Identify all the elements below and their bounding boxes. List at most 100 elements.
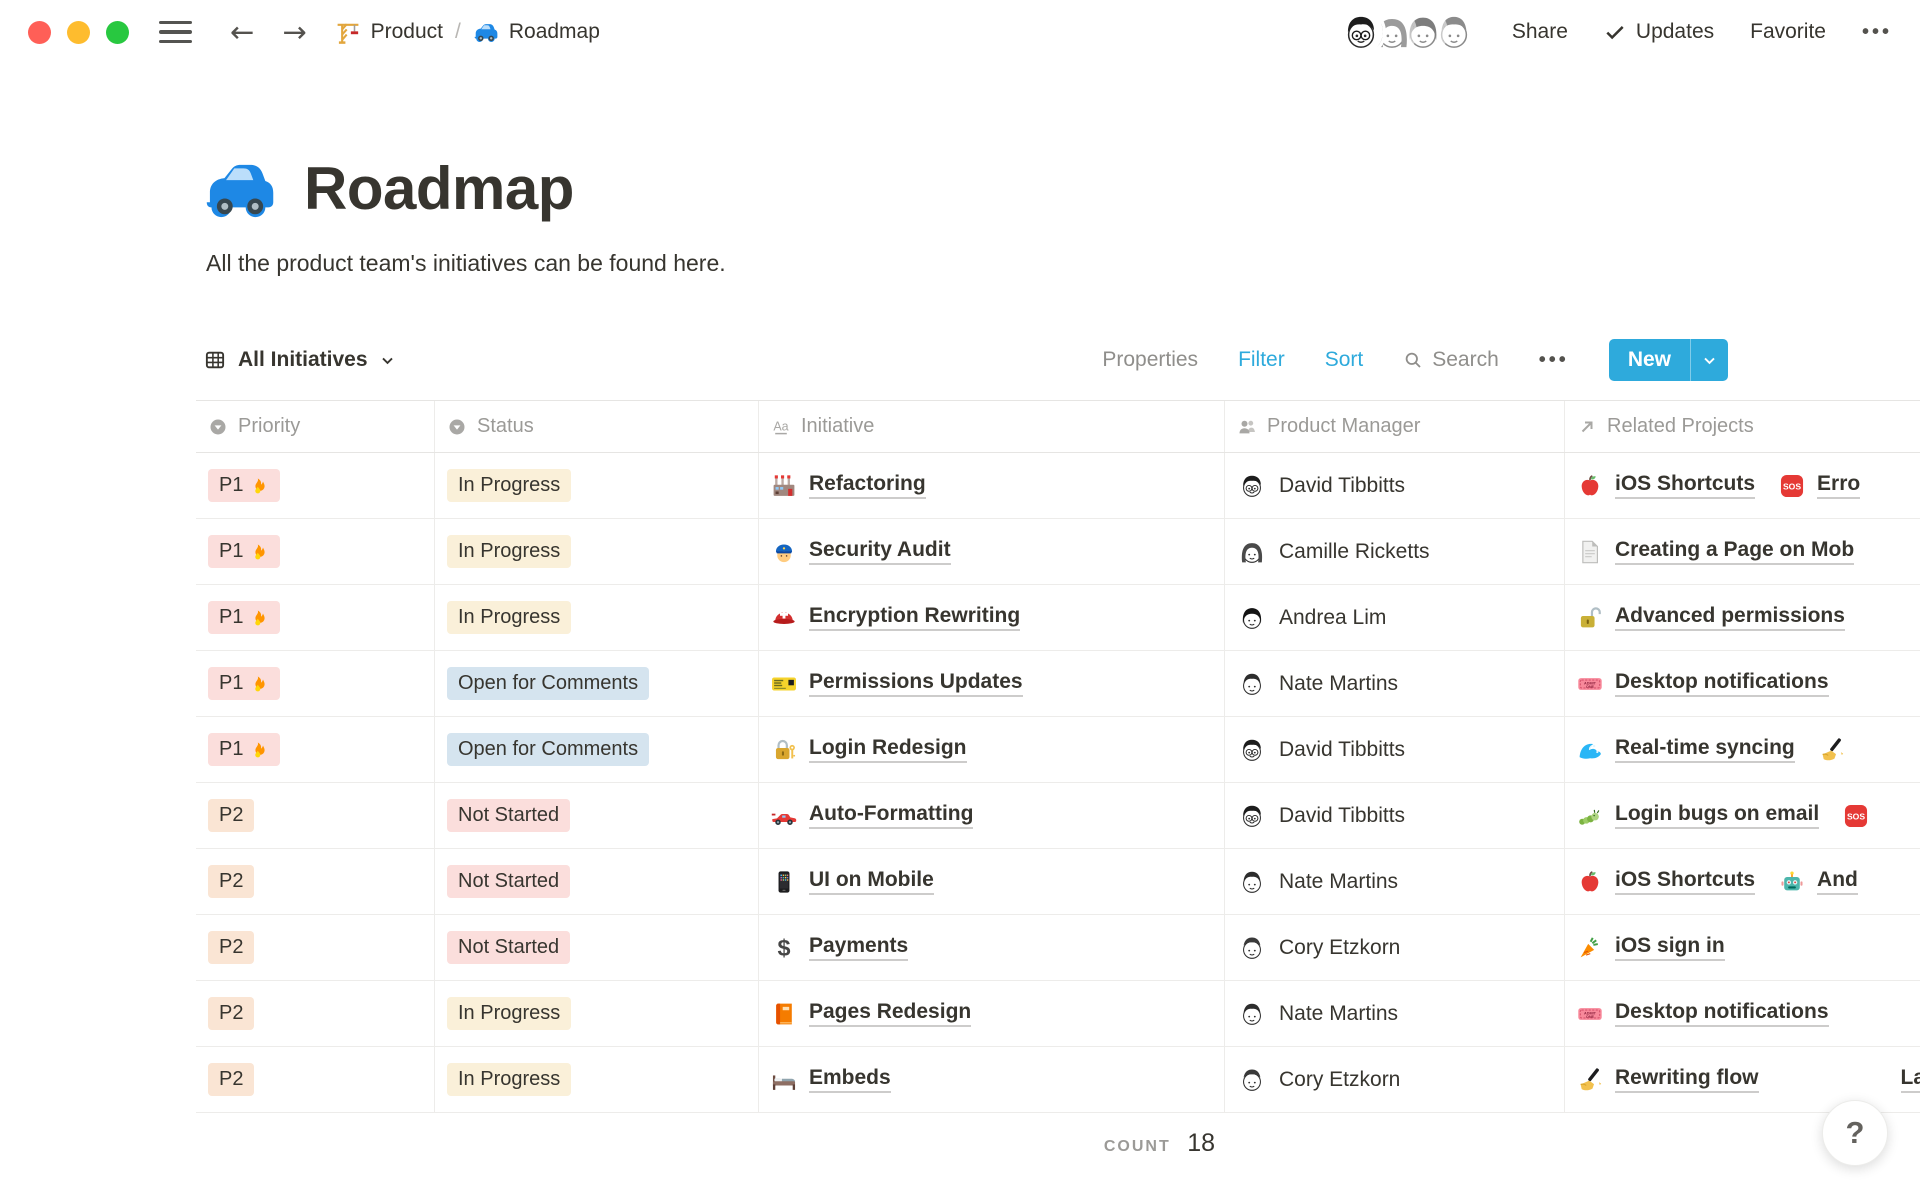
search-button[interactable]: Search — [1403, 348, 1499, 372]
initiative-cell[interactable]: Login Redesign — [759, 717, 1225, 782]
column-header-initiative[interactable]: AaInitiative — [759, 401, 1225, 452]
related-projects-cell[interactable]: iOS sign in — [1565, 915, 1920, 980]
sort-button[interactable]: Sort — [1325, 348, 1364, 372]
product-manager-cell[interactable]: Andrea Lim — [1225, 585, 1565, 650]
initiative-cell[interactable]: UI on Mobile — [759, 849, 1225, 914]
priority-cell[interactable]: P1 — [196, 717, 435, 782]
related-projects-cell[interactable]: Real-time syncing — [1565, 717, 1920, 782]
related-project-link[interactable]: Rewriting flow — [1577, 1066, 1759, 1093]
properties-button[interactable]: Properties — [1102, 348, 1198, 372]
column-header-product-manager[interactable]: Product Manager — [1225, 401, 1565, 452]
related-project-link[interactable]: Lan — [1901, 1066, 1920, 1093]
related-project-link[interactable]: Creating a Page on Mob — [1577, 538, 1854, 565]
related-project-link[interactable] — [1819, 737, 1857, 763]
priority-cell[interactable]: P2 — [196, 1047, 435, 1112]
related-projects-cell[interactable]: Creating a Page on Mob — [1565, 519, 1920, 584]
initiative-page-link[interactable]: Pages Redesign — [809, 1000, 971, 1027]
related-project-link[interactable]: iOS Shortcuts — [1577, 472, 1755, 499]
initiative-page-link[interactable]: UI on Mobile — [809, 868, 934, 895]
priority-cell[interactable]: P2 — [196, 915, 435, 980]
status-cell[interactable]: In Progress — [435, 519, 759, 584]
product-manager-cell[interactable]: Nate Martins — [1225, 849, 1565, 914]
initiative-cell[interactable]: Embeds — [759, 1047, 1225, 1112]
initiative-page-link[interactable]: Login Redesign — [809, 736, 967, 763]
minimize-window-button[interactable] — [67, 21, 90, 44]
initiative-cell[interactable]: Pages Redesign — [759, 981, 1225, 1046]
related-project-link[interactable]: SOSErro — [1779, 472, 1860, 499]
initiative-cell[interactable]: Auto-Formatting — [759, 783, 1225, 848]
related-project-link[interactable]: iOS Shortcuts — [1577, 868, 1755, 895]
initiative-page-link[interactable]: Payments — [809, 934, 908, 961]
related-project-link[interactable]: Advanced permissions — [1577, 604, 1845, 631]
new-dropdown-button[interactable] — [1690, 339, 1728, 381]
initiative-page-link[interactable]: Auto-Formatting — [809, 802, 973, 829]
product-manager-cell[interactable]: Nate Martins — [1225, 981, 1565, 1046]
avatar-david[interactable] — [1339, 10, 1383, 54]
priority-cell[interactable]: P1 — [196, 519, 435, 584]
favorite-button[interactable]: Favorite — [1750, 20, 1826, 44]
column-header-priority[interactable]: Priority — [196, 401, 435, 452]
priority-cell[interactable]: P2 — [196, 981, 435, 1046]
status-cell[interactable]: Not Started — [435, 783, 759, 848]
related-project-link[interactable]: ADMITONEDesktop notifications — [1577, 670, 1829, 697]
initiative-cell[interactable]: Refactoring — [759, 453, 1225, 518]
initiative-page-link[interactable]: Permissions Updates — [809, 670, 1023, 697]
priority-cell[interactable]: P2 — [196, 783, 435, 848]
product-manager-cell[interactable]: Camille Ricketts — [1225, 519, 1565, 584]
breadcrumb-item-roadmap[interactable]: Roadmap — [473, 19, 600, 45]
related-projects-cell[interactable]: iOS Shortcuts SOSErro — [1565, 453, 1920, 518]
table-count[interactable]: COUNT 18 — [196, 1129, 1225, 1158]
related-projects-cell[interactable]: Login bugs on email SOS — [1565, 783, 1920, 848]
status-cell[interactable]: Open for Comments — [435, 651, 759, 716]
product-manager-cell[interactable]: Cory Etzkorn — [1225, 915, 1565, 980]
status-cell[interactable]: Open for Comments — [435, 717, 759, 782]
related-project-link[interactable]: Login bugs on email — [1577, 802, 1819, 829]
initiative-cell[interactable]: $Payments — [759, 915, 1225, 980]
product-manager-cell[interactable]: David Tibbitts — [1225, 717, 1565, 782]
related-project-link[interactable]: ADMITONEDesktop notifications — [1577, 1000, 1829, 1027]
forward-arrow-icon[interactable]: → — [282, 18, 306, 47]
status-cell[interactable]: In Progress — [435, 1047, 759, 1112]
close-window-button[interactable] — [28, 21, 51, 44]
column-header-related-projects[interactable]: Related Projects — [1565, 401, 1920, 452]
initiative-cell[interactable]: Permissions Updates — [759, 651, 1225, 716]
share-button[interactable]: Share — [1512, 20, 1568, 44]
product-manager-cell[interactable]: Nate Martins — [1225, 651, 1565, 716]
related-project-link[interactable]: And — [1779, 868, 1858, 895]
related-project-link[interactable]: SOS — [1843, 803, 1881, 829]
product-manager-cell[interactable]: Cory Etzkorn — [1225, 1047, 1565, 1112]
priority-cell[interactable]: P1 — [196, 585, 435, 650]
initiative-page-link[interactable]: Security Audit — [809, 538, 951, 565]
status-cell[interactable]: In Progress — [435, 981, 759, 1046]
product-manager-cell[interactable]: David Tibbitts — [1225, 783, 1565, 848]
priority-cell[interactable]: P1 — [196, 453, 435, 518]
related-projects-cell[interactable]: ADMITONEDesktop notifications — [1565, 651, 1920, 716]
column-header-status[interactable]: Status — [435, 401, 759, 452]
priority-cell[interactable]: P2 — [196, 849, 435, 914]
initiative-page-link[interactable]: Encryption Rewriting — [809, 604, 1020, 631]
sidebar-menu-icon[interactable] — [159, 21, 192, 44]
product-manager-cell[interactable]: David Tibbitts — [1225, 453, 1565, 518]
page-car-icon[interactable] — [202, 150, 278, 226]
status-cell[interactable]: Not Started — [435, 849, 759, 914]
initiative-cell[interactable]: Security Audit — [759, 519, 1225, 584]
breadcrumb-item-product[interactable]: Product — [335, 19, 443, 45]
related-projects-cell[interactable]: ADMITONEDesktop notifications — [1565, 981, 1920, 1046]
updates-button[interactable]: Updates — [1604, 20, 1714, 44]
filter-button[interactable]: Filter — [1238, 348, 1285, 372]
initiative-page-link[interactable]: Embeds — [809, 1066, 891, 1093]
status-cell[interactable]: In Progress — [435, 585, 759, 650]
priority-cell[interactable]: P1 — [196, 651, 435, 716]
more-options-button[interactable]: ••• — [1862, 21, 1892, 44]
related-project-link[interactable]: iOS sign in — [1577, 934, 1725, 961]
related-projects-cell[interactable]: iOS Shortcuts And — [1565, 849, 1920, 914]
related-projects-cell[interactable]: Advanced permissions — [1565, 585, 1920, 650]
view-more-button[interactable]: ••• — [1539, 349, 1569, 372]
view-switcher[interactable]: All Initiatives — [204, 348, 395, 372]
zoom-window-button[interactable] — [106, 21, 129, 44]
status-cell[interactable]: In Progress — [435, 453, 759, 518]
help-button[interactable]: ? — [1822, 1100, 1888, 1166]
initiative-page-link[interactable]: Refactoring — [809, 472, 926, 499]
new-record-button[interactable]: New — [1609, 339, 1728, 381]
related-project-link[interactable]: Real-time syncing — [1577, 736, 1795, 763]
